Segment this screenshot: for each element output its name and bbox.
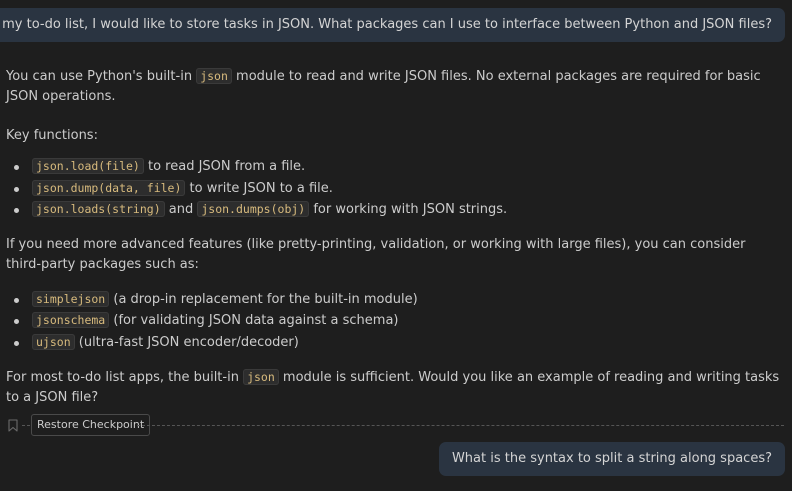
list-item-text: (ultra-fast JSON encoder/decoder) <box>74 334 299 350</box>
checkpoint-row: Restore Checkpoint <box>0 414 792 436</box>
inline-code: json <box>196 68 232 84</box>
inline-code: jsonschema <box>32 312 110 328</box>
assistant-response: You can use Python's built-in json modul… <box>6 66 784 408</box>
inline-code: ujson <box>32 333 75 350</box>
list-item: simplejson (a drop-in replacement for th… <box>14 289 784 311</box>
user-message-text: For my to-do list, I would like to store… <box>0 17 772 32</box>
list-item-text: (a drop-in replacement for the built-in … <box>109 291 418 307</box>
inline-code: json.loads(string) <box>32 201 165 217</box>
inline-code: json.load(file) <box>32 158 144 174</box>
bookmark-icon[interactable] <box>8 419 18 432</box>
divider <box>22 425 30 426</box>
functions-list: json.load(file) to read JSON from a file… <box>6 156 784 221</box>
inline-code: simplejson <box>32 290 110 307</box>
list-item: json.dump(data, file) to write JSON to a… <box>14 178 784 200</box>
list-item: json.loads(string) and json.dumps(obj) f… <box>14 199 784 221</box>
list-item-text: for working with JSON strings. <box>309 202 508 217</box>
response-intro: You can use Python's built-in json modul… <box>6 66 784 107</box>
inline-code: json.dump(data, file) <box>32 179 186 196</box>
list-item: ujson (ultra-fast JSON encoder/decoder) <box>14 332 784 354</box>
key-functions-heading: Key functions: <box>6 128 98 143</box>
list-item-text: (for validating JSON data against a sche… <box>109 313 399 328</box>
divider <box>137 425 784 426</box>
list-item: jsonschema (for validating JSON data aga… <box>14 310 784 332</box>
user-message-text: What is the syntax to split a string alo… <box>451 451 772 466</box>
packages-list: simplejson (a drop-in replacement for th… <box>6 289 784 354</box>
closing-text: For most to-do list apps, the built-in <box>6 370 244 385</box>
intro-text: You can use Python's built-in <box>6 69 197 84</box>
list-item-text: to write JSON to a file. <box>185 180 333 196</box>
list-item-text: and <box>164 202 198 217</box>
advanced-paragraph: If you need more advanced features (like… <box>6 236 746 272</box>
list-item-text: to read JSON from a file. <box>143 159 306 174</box>
closing-paragraph: For most to-do list apps, the built-in j… <box>6 367 784 408</box>
user-message-bubble: What is the syntax to split a string alo… <box>438 442 785 476</box>
list-item: json.load(file) to read JSON from a file… <box>14 156 784 178</box>
inline-code: json.dumps(obj) <box>197 201 310 217</box>
user-message-bubble: For my to-do list, I would like to store… <box>0 8 785 42</box>
restore-checkpoint-button[interactable]: Restore Checkpoint <box>31 414 151 436</box>
inline-code: json <box>243 369 279 385</box>
